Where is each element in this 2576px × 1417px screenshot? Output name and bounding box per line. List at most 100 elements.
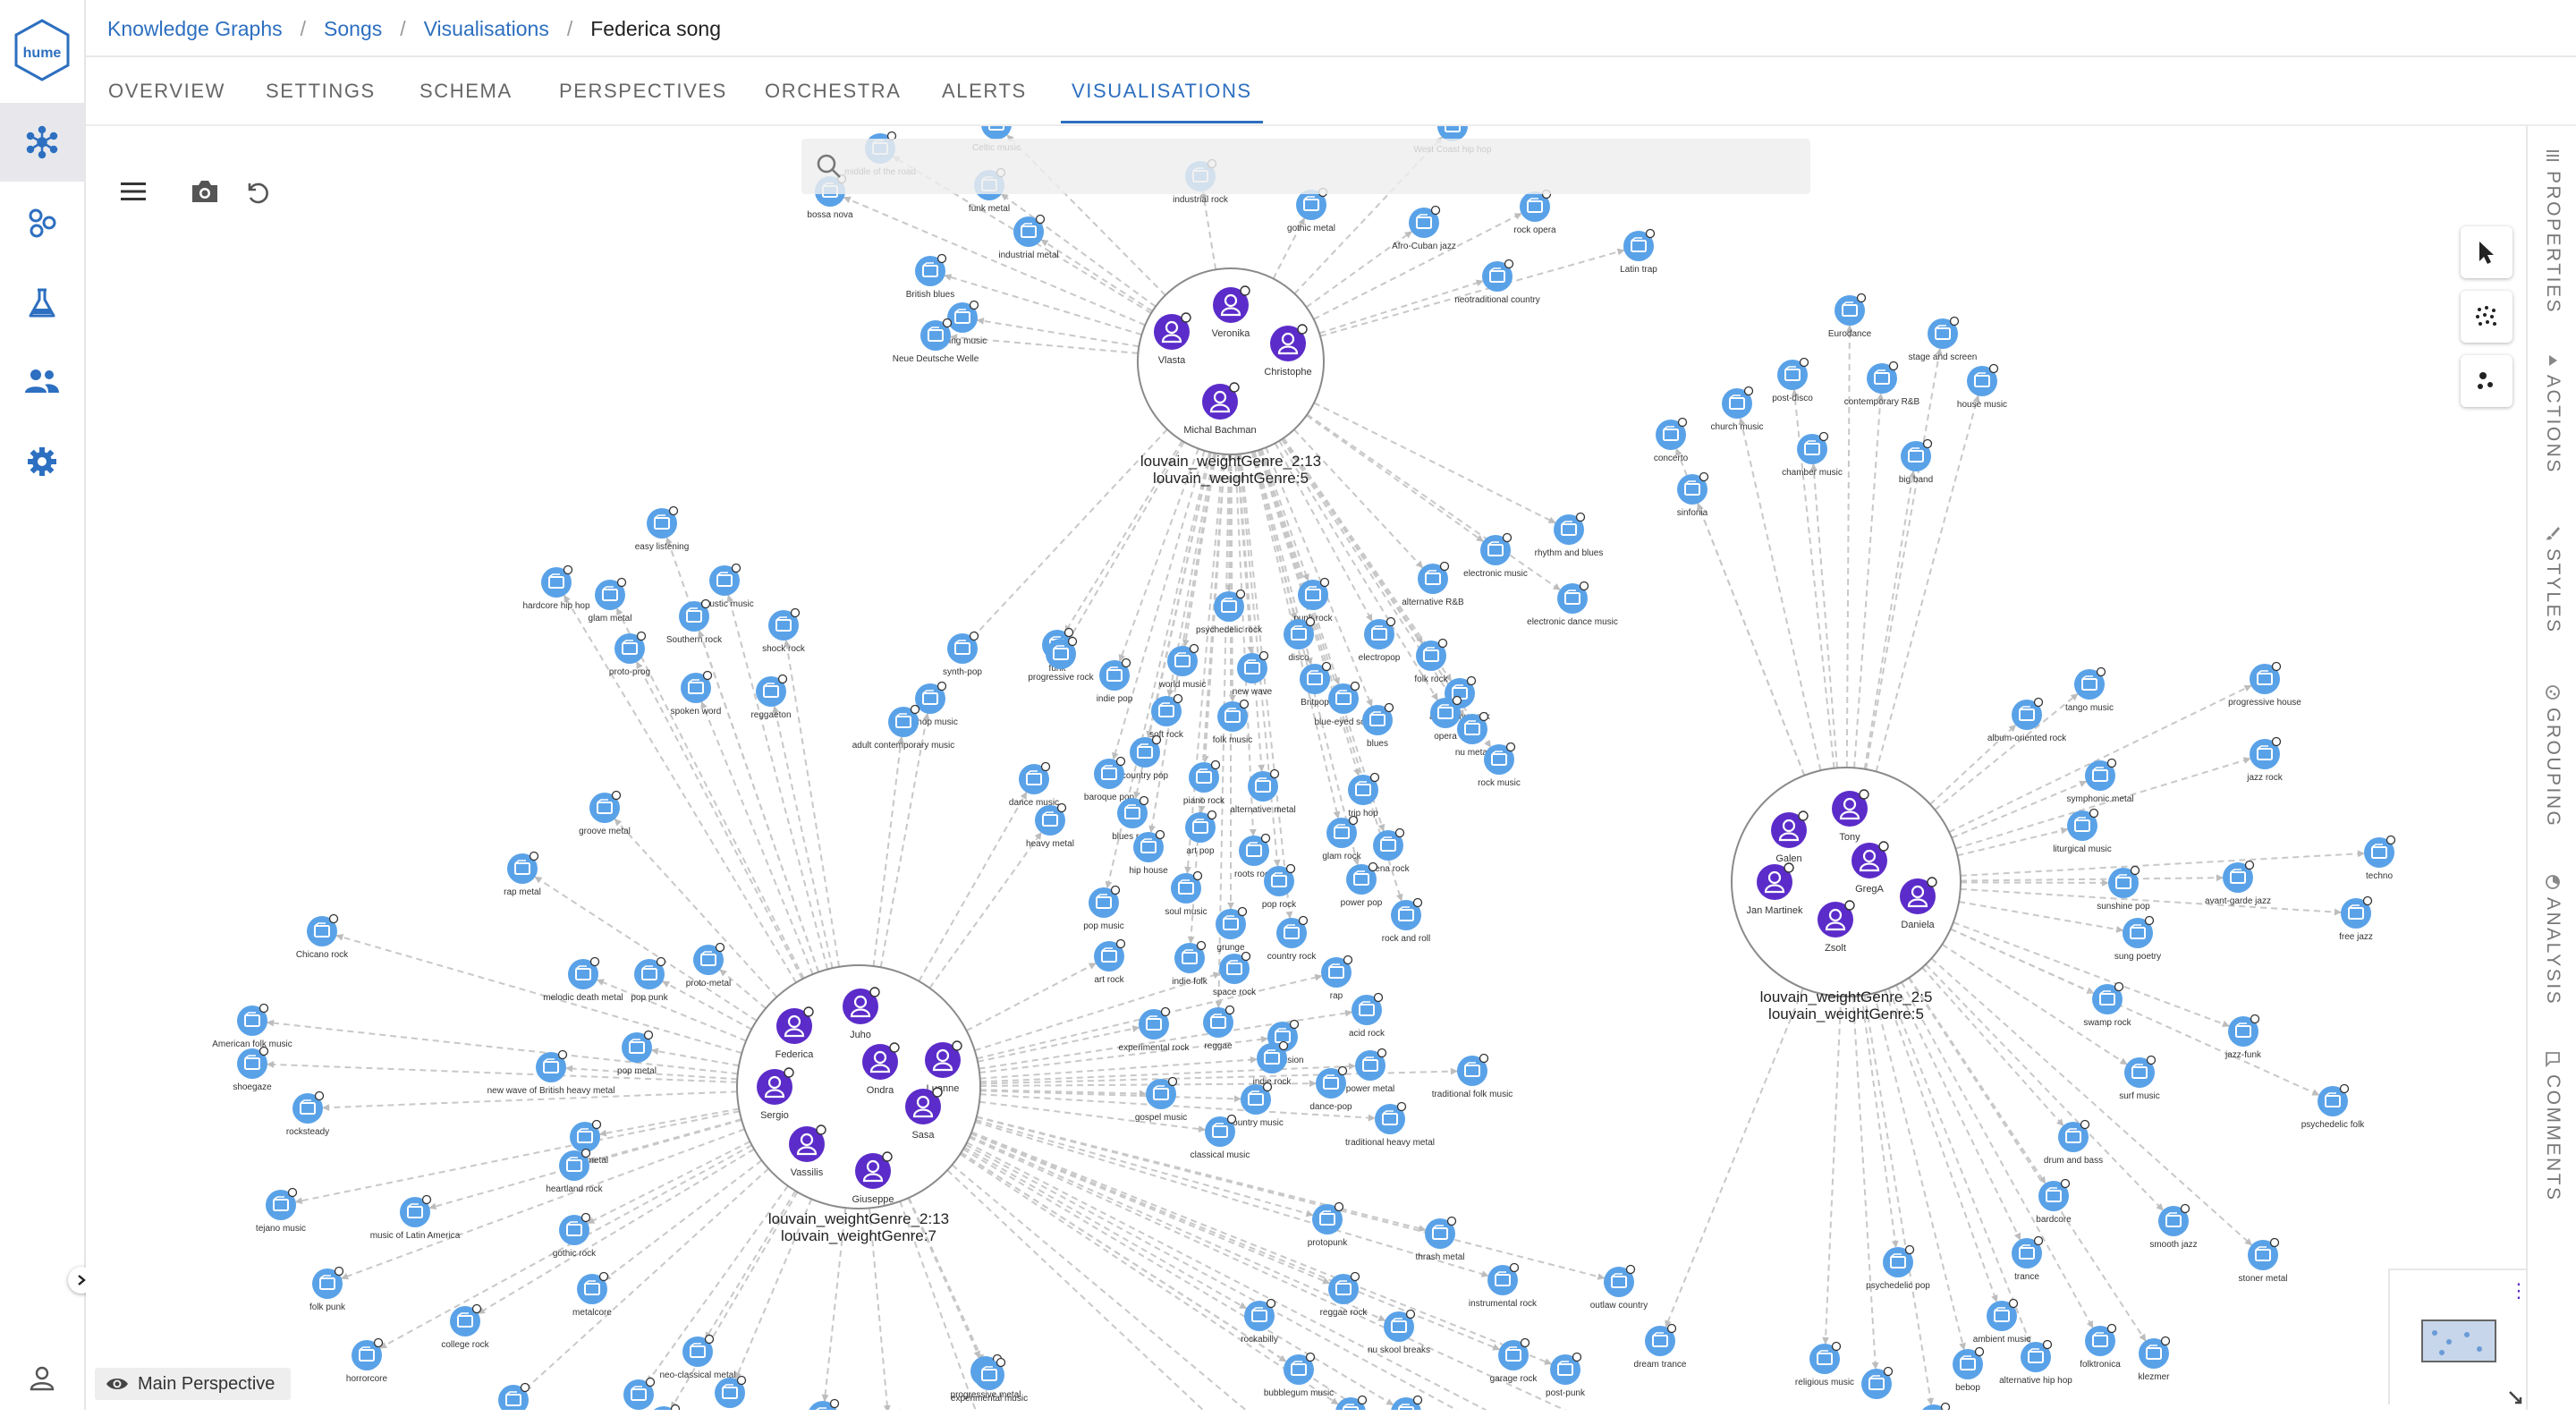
genre-node[interactable]: industrial metal xyxy=(998,214,1059,261)
genre-node[interactable]: pop music xyxy=(1083,885,1124,932)
genre-node[interactable]: sunshine pop xyxy=(2097,865,2150,912)
relationship-edge[interactable] xyxy=(1921,966,2065,1127)
relationship-edge[interactable] xyxy=(1908,977,2148,1343)
relationship-edge[interactable] xyxy=(586,1141,750,1225)
genre-node[interactable]: klezmer xyxy=(2138,1336,2170,1383)
genre-node[interactable]: progressive rock xyxy=(1028,636,1095,683)
genre-node[interactable]: instrumental rock xyxy=(1469,1262,1538,1310)
tab-overview[interactable]: OVERVIEW xyxy=(108,59,225,123)
genre-node[interactable]: smooth jazz xyxy=(2149,1203,2198,1251)
person-node[interactable]: GregA xyxy=(1852,841,1889,895)
genre-node[interactable]: piano rock xyxy=(1183,759,1225,807)
relationship-edge[interactable] xyxy=(971,428,1168,639)
relationship-edge[interactable] xyxy=(843,196,1146,327)
genre-node[interactable]: stoner metal xyxy=(2238,1237,2288,1285)
genre-node[interactable]: free jazz xyxy=(2339,895,2373,943)
genre-node[interactable]: traditional heavy metal xyxy=(1345,1101,1435,1149)
cluster-group[interactable]: Tony Galen GregA Jan Martinek Daniela Zsolt lo… xyxy=(1731,767,1962,1022)
genre-node[interactable]: soft rock xyxy=(1149,693,1184,741)
relationship-edge[interactable] xyxy=(1313,402,1557,524)
tab-schema[interactable]: SCHEMA xyxy=(419,59,513,123)
genre-node[interactable]: spoken word xyxy=(671,670,722,717)
genre-node[interactable]: rhythm and blues xyxy=(1535,512,1604,559)
genre-node[interactable]: reggaeton xyxy=(750,674,792,721)
relationship-edge[interactable] xyxy=(1860,995,1897,1249)
cluster-group[interactable]: Veronika Vlasta Christophe Michal Bachman lo… xyxy=(1137,267,1325,487)
genre-node[interactable]: post-disco xyxy=(1772,357,1813,404)
genre-node[interactable]: horrorcore xyxy=(346,1337,388,1385)
relationship-edge[interactable] xyxy=(603,1159,763,1282)
genre-node[interactable]: world music xyxy=(1158,643,1207,691)
menu-button[interactable] xyxy=(113,171,154,212)
genre-node[interactable]: proto-prog xyxy=(609,631,650,678)
genre-node[interactable]: religious music xyxy=(1795,1341,1854,1388)
relationship-edge[interactable] xyxy=(1812,462,1838,768)
genre-node[interactable]: Britpop xyxy=(1300,661,1332,708)
settings-nav-button[interactable] xyxy=(0,422,84,501)
genre-node[interactable]: art rock xyxy=(1094,938,1126,986)
panel-tab-grouping[interactable]: GROUPING xyxy=(2528,684,2576,827)
relationship-edge[interactable] xyxy=(1960,881,2110,884)
breadcrumb-knowledge-graphs[interactable]: Knowledge Graphs xyxy=(107,17,283,41)
relationship-edge[interactable] xyxy=(959,1153,1340,1406)
genre-node[interactable]: grunge xyxy=(1216,906,1248,954)
genre-node[interactable]: pop punk xyxy=(631,956,669,1004)
genre-node[interactable]: blues xyxy=(1362,702,1394,750)
graph-visualization[interactable]: Veronika Vlasta Christophe Michal Bachman lo… xyxy=(86,126,2524,1410)
tab-alerts[interactable]: ALERTS xyxy=(942,59,1027,123)
genre-node[interactable]: stage and screen xyxy=(1909,316,1978,363)
relationship-edge[interactable] xyxy=(340,1128,745,1280)
genre-node[interactable]: garage rock xyxy=(1490,1337,1538,1385)
relationship-edge[interactable] xyxy=(335,934,742,1055)
genre-node[interactable]: power metal xyxy=(1346,1048,1394,1095)
genre-node[interactable]: progressive house xyxy=(2228,661,2301,708)
relationship-edge[interactable] xyxy=(918,791,1028,982)
genre-node[interactable]: post-punk xyxy=(1546,1352,1586,1399)
genre-node[interactable]: tango music xyxy=(2065,666,2114,714)
genre-node[interactable]: shock rock xyxy=(762,607,806,655)
genre-node[interactable]: power pop xyxy=(1341,861,1383,909)
person-node[interactable]: Sergio xyxy=(757,1067,794,1121)
genre-node[interactable]: trance xyxy=(2012,1235,2044,1283)
genre-node[interactable]: dark wave xyxy=(643,1404,684,1411)
genre-node[interactable]: gothic metal xyxy=(1287,187,1335,234)
genre-node[interactable]: sung poetry xyxy=(2114,915,2161,963)
relationship-edge[interactable] xyxy=(928,831,1043,989)
genre-node[interactable]: reggae xyxy=(1203,1005,1235,1052)
genre-node[interactable]: contemporary R&B xyxy=(1844,361,1920,408)
undo-button[interactable] xyxy=(235,171,276,212)
genre-node[interactable]: big band xyxy=(1899,438,1933,486)
relationship-edge[interactable] xyxy=(966,1141,1555,1410)
tab-orchestra[interactable]: ORCHESTRA xyxy=(765,59,902,123)
genre-node[interactable]: electronicore xyxy=(487,1382,539,1411)
relationship-edge[interactable] xyxy=(1306,414,1485,543)
relationship-edge[interactable] xyxy=(979,1090,1242,1100)
genre-node[interactable]: tejano music xyxy=(256,1187,306,1235)
genre-node[interactable]: traditional folk music xyxy=(1432,1053,1513,1100)
genre-node[interactable]: indie pop xyxy=(1097,658,1133,705)
graph-minimap[interactable]: ⋮ xyxy=(2388,1269,2529,1404)
group-nodes-button[interactable] xyxy=(2461,355,2512,407)
genre-node[interactable]: Latin rock xyxy=(619,1377,658,1411)
genre-node[interactable]: Latin trap xyxy=(1620,228,1657,276)
genre-node[interactable]: protopunk xyxy=(1308,1201,1348,1249)
genre-node[interactable]: symphonic metal xyxy=(2066,758,2134,805)
relationship-edge[interactable] xyxy=(962,1148,1394,1406)
cluster-group[interactable]: Juho Federica Ondra Luanne Sergio Sasa Vassili… xyxy=(736,964,981,1244)
genre-node[interactable]: disco xyxy=(1284,616,1316,664)
genre-node[interactable]: Eurodance xyxy=(1828,293,1872,340)
hume-logo[interactable]: hume xyxy=(13,18,72,82)
genre-node[interactable]: avant-garde jazz xyxy=(2205,860,2271,907)
genre-node[interactable]: country music xyxy=(1228,1082,1284,1129)
genre-node[interactable]: dream trance xyxy=(1634,1323,1687,1370)
knowledge-graph-nav-button[interactable] xyxy=(0,103,84,182)
relationship-edge[interactable] xyxy=(596,979,747,1042)
genre-node[interactable]: drum and bass xyxy=(2044,1119,2103,1167)
genre-node[interactable]: electropop xyxy=(1359,616,1401,664)
relationship-edge[interactable] xyxy=(1925,963,2165,1212)
genre-node[interactable] xyxy=(1861,1366,1894,1400)
relationship-edge[interactable] xyxy=(1960,877,2224,882)
genre-node[interactable]: groove metal xyxy=(579,790,631,837)
relationship-edge[interactable] xyxy=(1960,887,2343,914)
genre-node[interactable]: bardcore xyxy=(2036,1178,2072,1226)
